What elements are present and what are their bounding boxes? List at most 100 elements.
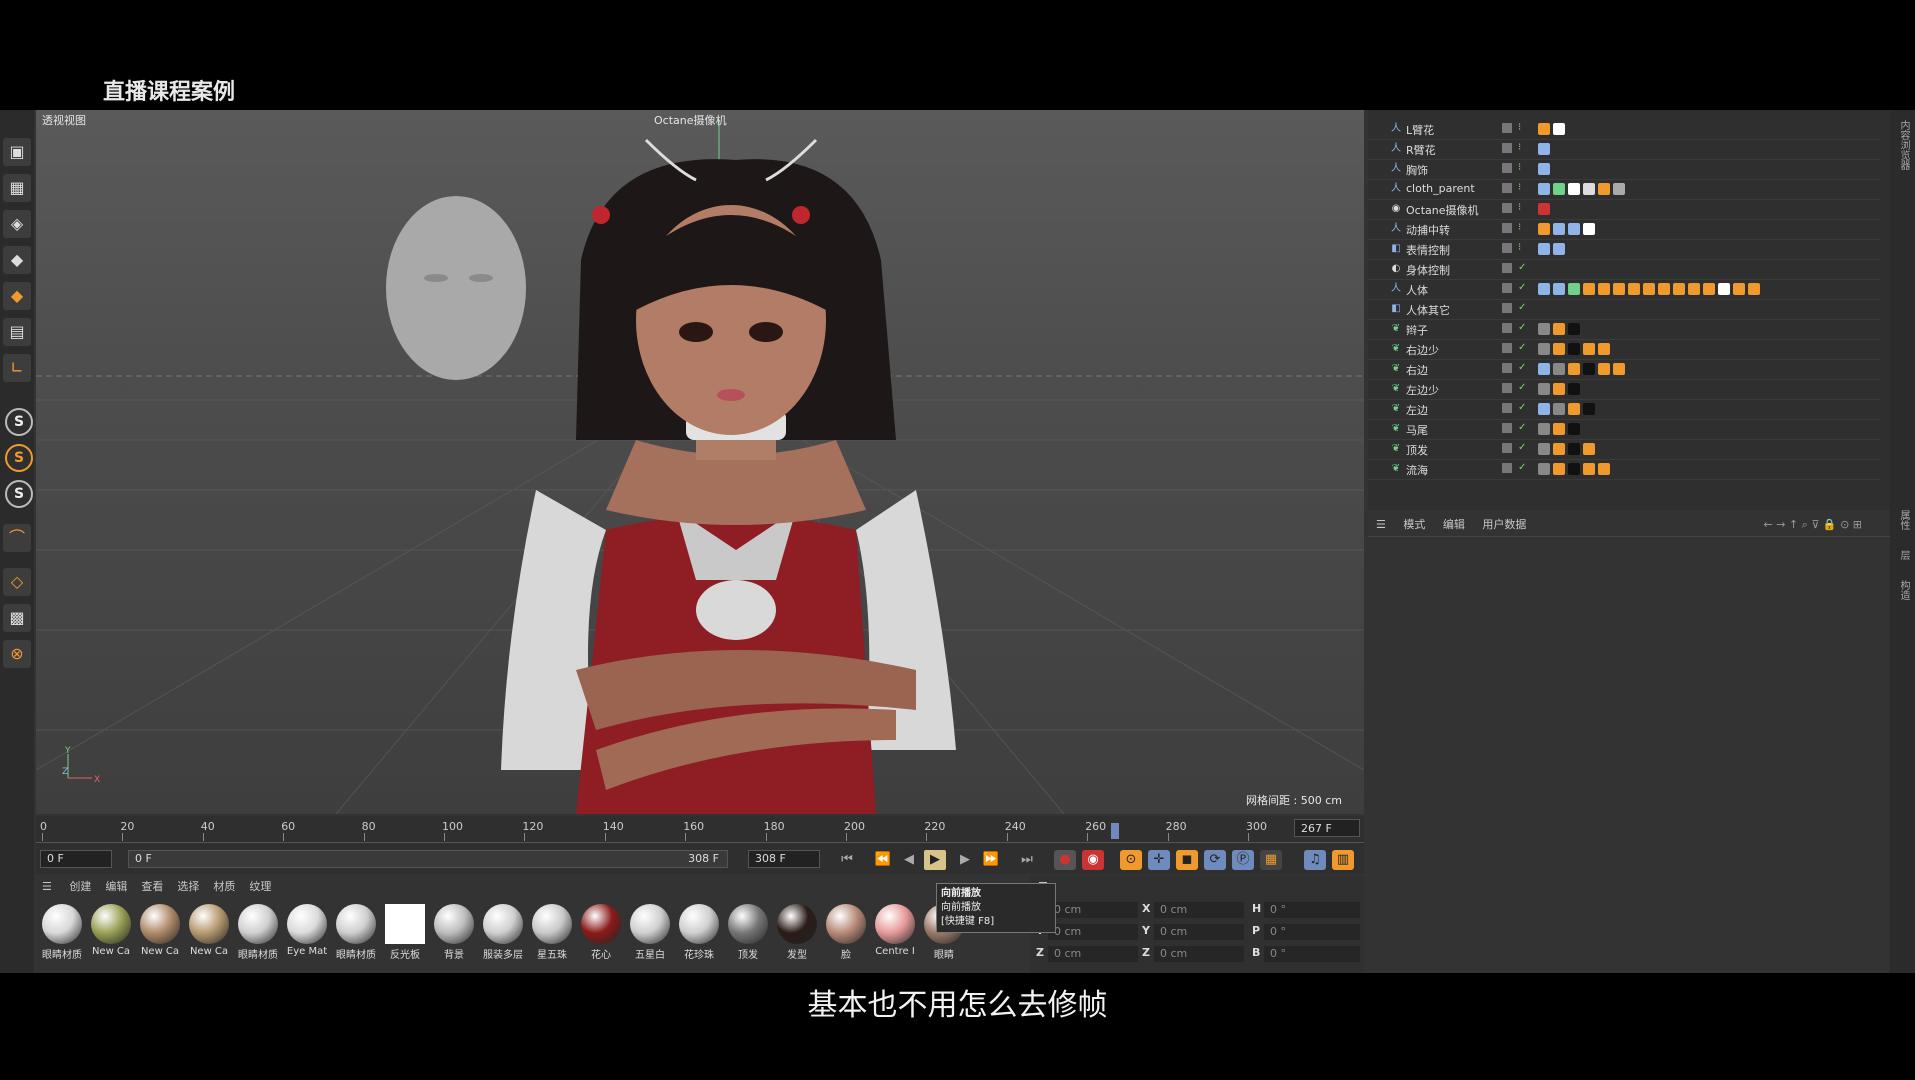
tag-icon[interactable] [1718,283,1730,295]
tag-icon[interactable] [1643,283,1655,295]
coord-value-field[interactable]: 0 cm [1154,902,1244,918]
snap-mode-icon[interactable]: S [5,480,33,508]
layer-toggle[interactable] [1502,443,1512,453]
object-row[interactable]: ❦ 左边 ✓ [1368,400,1880,420]
coord-value-field[interactable]: 0 cm [1154,946,1244,962]
material-swatch[interactable]: 顶发 [726,904,770,964]
tag-icon[interactable] [1538,183,1550,195]
visibility-toggle-icon[interactable]: ✓ [1518,382,1526,393]
play-backward-icon[interactable]: ◀ [898,850,920,870]
object-row[interactable]: 人人体 ✓ [1368,280,1880,300]
tag-icon[interactable] [1568,363,1580,375]
current-frame-field[interactable]: 267 F [1294,819,1360,837]
tag-icon[interactable] [1703,283,1715,295]
layer-toggle[interactable] [1502,243,1512,253]
object-row[interactable]: ◐ 身体控制 ✓ [1368,260,1880,280]
tag-icon[interactable] [1628,283,1640,295]
object-row[interactable]: 人动捕中转 ⁝ [1368,220,1880,240]
tag-icon[interactable] [1568,343,1580,355]
tag-icon[interactable] [1598,463,1610,475]
layer-toggle[interactable] [1502,183,1512,193]
tag-icon[interactable] [1538,423,1550,435]
attr-hamburger-icon[interactable]: ☰ [1376,514,1386,536]
material-swatch[interactable]: 眼睛材质 [40,904,84,964]
tag-icon[interactable] [1568,283,1580,295]
material-swatch[interactable]: 花珍珠 [677,904,721,964]
visibility-toggle-icon[interactable]: ✓ [1518,342,1526,353]
material-swatch[interactable]: 星五珠 [530,904,574,964]
visibility-toggle-icon[interactable]: ⁝ [1518,162,1521,173]
tag-icon[interactable] [1553,343,1565,355]
tag-icon[interactable] [1538,223,1550,235]
tag-icon[interactable] [1553,283,1565,295]
layer-toggle[interactable] [1502,363,1512,373]
object-name[interactable]: 人体 [1406,282,1428,298]
object-name[interactable]: 身体控制 [1406,262,1450,278]
tag-icon[interactable] [1553,183,1565,195]
tag-icon[interactable] [1568,403,1580,415]
object-row[interactable]: 人 R臂花 ⁝ [1368,140,1880,160]
coord-value-field[interactable]: 0 ° [1264,946,1360,962]
object-name[interactable]: 辫子 [1406,322,1428,338]
tag-icon[interactable] [1553,243,1565,255]
tag-icon[interactable] [1583,183,1595,195]
material-swatch[interactable]: New Ca [138,904,182,964]
checker-tool-icon[interactable]: ▦ [3,174,31,202]
tag-icon[interactable] [1538,323,1550,335]
object-row[interactable]: ◉ Octane摄像机 ⁝ [1368,200,1880,220]
tag-icon[interactable] [1583,223,1595,235]
cube-tool-icon[interactable]: ▣ [3,138,31,166]
tag-icon[interactable] [1538,163,1550,175]
layer-toggle[interactable] [1502,123,1512,133]
attr-menu-edit[interactable]: 编辑 [1443,514,1465,536]
tag-icon[interactable] [1658,283,1670,295]
layer-toggle[interactable] [1502,423,1512,433]
edge-tool-icon[interactable]: ◈ [3,210,31,238]
grid-plane-icon[interactable]: ▩ [3,604,31,632]
tag-icon[interactable] [1538,203,1550,215]
tag-icon[interactable] [1598,343,1610,355]
tag-icon[interactable] [1553,443,1565,455]
tag-icon[interactable] [1598,363,1610,375]
visibility-toggle-icon[interactable]: ✓ [1518,462,1526,473]
tag-icon[interactable] [1613,283,1625,295]
tag-icon[interactable] [1568,323,1580,335]
prev-key-icon[interactable]: ⏪ [872,850,894,870]
tag-icon[interactable] [1568,423,1580,435]
timeline-ruler[interactable]: 0 20 40 60 80 100 120 140 160 180 200 220 240 260 280 3… [36,818,1364,843]
tag-icon[interactable] [1613,363,1625,375]
tag-icon[interactable] [1538,243,1550,255]
rotation-key-icon[interactable]: ⟳ [1204,850,1226,870]
object-name[interactable]: L臂花 [1406,122,1434,138]
object-row[interactable]: ❦ 右边 ✓ [1368,360,1880,380]
layer-toggle[interactable] [1502,223,1512,233]
poly-tool-icon[interactable]: ◆ [3,246,31,274]
coord-value-field[interactable]: 0 cm [1048,946,1138,962]
tag-icon[interactable] [1733,283,1745,295]
pla-key-icon[interactable]: ▦ [1260,850,1282,870]
magnet-icon[interactable]: ⌒ [3,524,31,552]
material-swatch[interactable]: New Ca [187,904,231,964]
snap-settings-icon[interactable]: S [5,444,33,472]
tag-icon[interactable] [1553,423,1565,435]
object-name[interactable]: 右边 [1406,362,1428,378]
next-frame-icon[interactable]: ▶ [954,850,976,870]
perspective-viewport[interactable]: 透视视图 Octane摄像机 网格间距 : 500 cm Y Z X [36,110,1364,814]
material-swatch[interactable]: Eye Mat [285,904,329,964]
auto-key-icon[interactable]: ◉ [1082,850,1104,870]
tag-icon[interactable] [1553,123,1565,135]
object-name[interactable]: 流海 [1406,462,1428,478]
workplane-icon[interactable]: ◇ [3,568,31,596]
material-menu-item[interactable]: 查看 [141,876,163,898]
go-to-end-icon[interactable]: ⏭ [1016,850,1038,870]
timeline-playhead[interactable] [1111,823,1120,839]
tag-icon[interactable] [1568,183,1580,195]
tag-icon[interactable] [1568,463,1580,475]
object-row[interactable]: ❦ 流海 ✓ [1368,460,1880,480]
object-name[interactable]: 表情控制 [1406,242,1450,258]
tag-icon[interactable] [1538,143,1550,155]
tab-structure[interactable]: 构造 [1896,580,1911,600]
position-key-icon[interactable]: ✛ [1148,850,1170,870]
attr-menu-mode[interactable]: 模式 [1403,514,1425,536]
axis-tool-icon[interactable]: ∟ [3,354,31,382]
